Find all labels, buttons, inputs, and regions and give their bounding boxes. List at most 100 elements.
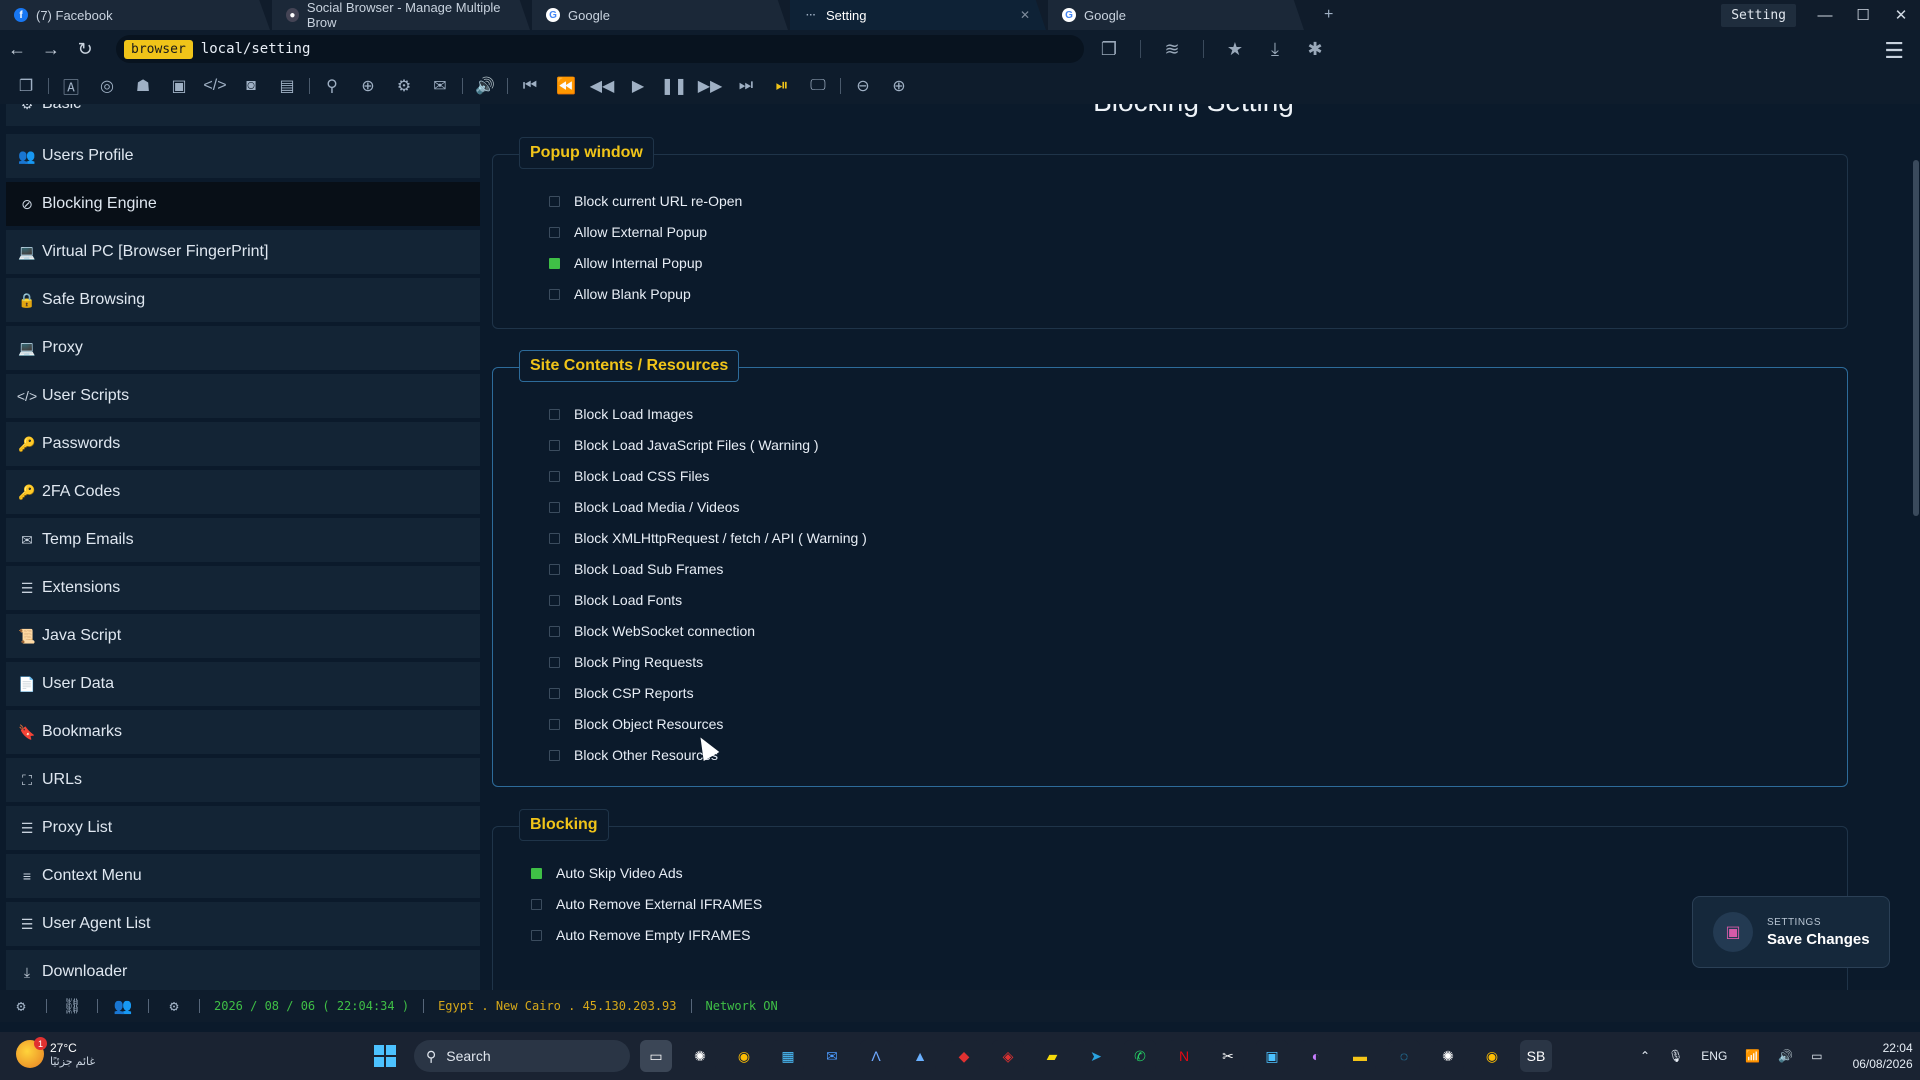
remote-desktop-icon[interactable]: ▣	[1256, 1040, 1288, 1072]
hamburger-menu-icon[interactable]: ☰	[1884, 38, 1904, 64]
openai-icon[interactable]: ✺	[1432, 1040, 1464, 1072]
skip-ad-icon[interactable]: ⏯	[764, 77, 800, 95]
checkbox-checked[interactable]	[549, 257, 560, 269]
volume-icon[interactable]: 🔊	[467, 76, 503, 96]
copilot-icon[interactable]: ◐	[1300, 1040, 1332, 1072]
sidebar-item-safe-browsing[interactable]: 🔒 Safe Browsing	[6, 278, 480, 322]
sidebar-item-users-profile[interactable]: 👥 Users Profile	[6, 134, 480, 178]
pause-icon[interactable]: ❚❚	[656, 76, 692, 96]
checkbox[interactable]	[549, 656, 560, 668]
checkbox[interactable]	[549, 195, 560, 207]
checkbox[interactable]	[549, 501, 560, 513]
option-block-xmlhttprequest[interactable]: Block XMLHttpRequest / fetch / API ( War…	[549, 530, 867, 546]
option-block-other-resources[interactable]: Block Other Resources	[549, 747, 718, 763]
tab-google-2[interactable]: G Google	[1048, 0, 1304, 30]
link-icon[interactable]: ⛓	[61, 997, 83, 1015]
sticky-notes-icon[interactable]: ▰	[1036, 1040, 1068, 1072]
battery-icon[interactable]: ▭	[1811, 1049, 1822, 1063]
anydesk-icon[interactable]: ◆	[948, 1040, 980, 1072]
tab-google-1[interactable]: G Google	[532, 0, 788, 30]
robot-icon[interactable]: ⚙	[163, 997, 185, 1015]
layers-icon[interactable]: ≋	[1163, 39, 1181, 60]
back-arrow-icon[interactable]: ←	[0, 39, 34, 60]
fast-forward-icon[interactable]: ▶▶	[692, 76, 728, 96]
whatsapp-icon[interactable]: ✆	[1124, 1040, 1156, 1072]
checkbox[interactable]	[549, 532, 560, 544]
store-icon[interactable]: ▦	[772, 1040, 804, 1072]
robot-icon[interactable]: ⚙	[386, 76, 422, 96]
sidebar-item-proxy[interactable]: 💻 Proxy	[6, 326, 480, 370]
sidebar-item-virtual-pc[interactable]: 💻 Virtual PC [Browser FingerPrint]	[6, 230, 480, 274]
save-changes-button[interactable]: ▣ SETTINGS Save Changes	[1692, 896, 1890, 968]
sidebar-item-java-script[interactable]: 📜 Java Script	[6, 614, 480, 658]
save-icon[interactable]: ▤	[269, 76, 305, 96]
option-block-load-media[interactable]: Block Load Media / Videos	[549, 499, 740, 515]
checkbox[interactable]	[549, 687, 560, 699]
sidebar-item-user-data[interactable]: 📄 User Data	[6, 662, 480, 706]
option-block-csp-reports[interactable]: Block CSP Reports	[549, 685, 694, 701]
checkbox[interactable]	[549, 563, 560, 575]
volume-icon[interactable]: 🔊	[1778, 1049, 1793, 1063]
globe-icon[interactable]: ⊕	[350, 76, 386, 96]
chrome-icon[interactable]: ◎	[89, 76, 125, 96]
microphone-icon[interactable]: 🎙	[1668, 1049, 1683, 1063]
code-icon[interactable]: </>	[197, 77, 233, 95]
close-window-icon[interactable]: ✕	[1892, 6, 1910, 24]
users-icon[interactable]: 👥	[112, 997, 134, 1015]
game-icon[interactable]: ◈	[992, 1040, 1024, 1072]
sidebar-item-basic[interactable]: ⚙ Basic	[6, 104, 480, 126]
telegram-icon[interactable]: ➤	[1080, 1040, 1112, 1072]
scrollbar[interactable]	[1912, 104, 1920, 990]
rewind-icon[interactable]: ◀◀	[584, 76, 620, 96]
skip-start-icon[interactable]: ⏮	[512, 77, 548, 95]
wifi-icon[interactable]: 📶	[1745, 1049, 1760, 1063]
next-icon[interactable]: ⏭	[728, 77, 764, 95]
file-explorer-icon[interactable]: ▬	[1344, 1040, 1376, 1072]
task-view-icon[interactable]: ▭	[640, 1040, 672, 1072]
map-pin-icon[interactable]: ⚲	[314, 76, 350, 96]
option-block-websocket[interactable]: Block WebSocket connection	[549, 623, 755, 639]
address-url[interactable]: local/setting	[201, 41, 311, 57]
option-block-current-url-reopen[interactable]: Block current URL re-Open	[549, 193, 742, 209]
option-allow-blank-popup[interactable]: Allow Blank Popup	[549, 286, 691, 302]
chrome-icon[interactable]: ◉	[728, 1040, 760, 1072]
close-tab-icon[interactable]: ✕	[1020, 8, 1030, 22]
download-icon[interactable]: ⤓	[1266, 39, 1284, 60]
camera-icon[interactable]: ◙	[233, 77, 269, 95]
checkbox[interactable]	[549, 470, 560, 482]
taskbar-search[interactable]: ⚲ Search	[414, 1040, 630, 1072]
maximize-icon[interactable]: ☐	[1854, 6, 1872, 24]
option-block-object-resources[interactable]: Block Object Resources	[549, 716, 723, 732]
play-icon[interactable]: ▶	[620, 76, 656, 96]
monitor-icon[interactable]: 🖵	[800, 77, 836, 95]
option-auto-remove-external-iframes[interactable]: Auto Remove External IFRAMES	[531, 896, 762, 912]
checkbox[interactable]	[549, 625, 560, 637]
snipping-tool-icon[interactable]: ✂	[1212, 1040, 1244, 1072]
option-auto-skip-video-ads[interactable]: Auto Skip Video Ads	[531, 865, 683, 881]
option-allow-internal-popup[interactable]: Allow Internal Popup	[549, 255, 702, 271]
weather-widget[interactable]: 1 27°C غائم جزئيًا	[16, 1037, 95, 1068]
sidebar-item-temp-emails[interactable]: ✉ Temp Emails	[6, 518, 480, 562]
chrome-icon[interactable]: ◉	[1476, 1040, 1508, 1072]
reload-icon[interactable]: ↻	[68, 39, 102, 60]
outlook-icon[interactable]: ✉	[816, 1040, 848, 1072]
sidebar-item-user-agent-list[interactable]: ☰ User Agent List	[6, 902, 480, 946]
sidebar-item-extensions[interactable]: ☰ Extensions	[6, 566, 480, 610]
checkbox[interactable]	[531, 898, 542, 910]
zoom-in-icon[interactable]: ⊕	[881, 76, 917, 96]
chevron-up-icon[interactable]: ⌃	[1640, 1049, 1650, 1063]
checkbox[interactable]	[549, 226, 560, 238]
netflix-icon[interactable]: N	[1168, 1040, 1200, 1072]
option-allow-external-popup[interactable]: Allow External Popup	[549, 224, 707, 240]
forward-arrow-icon[interactable]: →	[34, 39, 68, 60]
minimize-icon[interactable]: —	[1816, 7, 1834, 24]
ghost-icon[interactable]: ☗	[125, 76, 161, 96]
sidebar-item-2fa-codes[interactable]: 🔑 2FA Codes	[6, 470, 480, 514]
edge-icon[interactable]: ◌	[1388, 1040, 1420, 1072]
option-auto-remove-empty-iframes[interactable]: Auto Remove Empty IFRAMES	[531, 927, 751, 943]
azure-icon[interactable]: Λ	[860, 1040, 892, 1072]
copy-icon[interactable]: ❐	[1100, 39, 1118, 60]
star-icon[interactable]: ★	[1226, 39, 1244, 60]
chatgpt-icon[interactable]: ✺	[684, 1040, 716, 1072]
lock-icon[interactable]: ▣	[161, 76, 197, 96]
